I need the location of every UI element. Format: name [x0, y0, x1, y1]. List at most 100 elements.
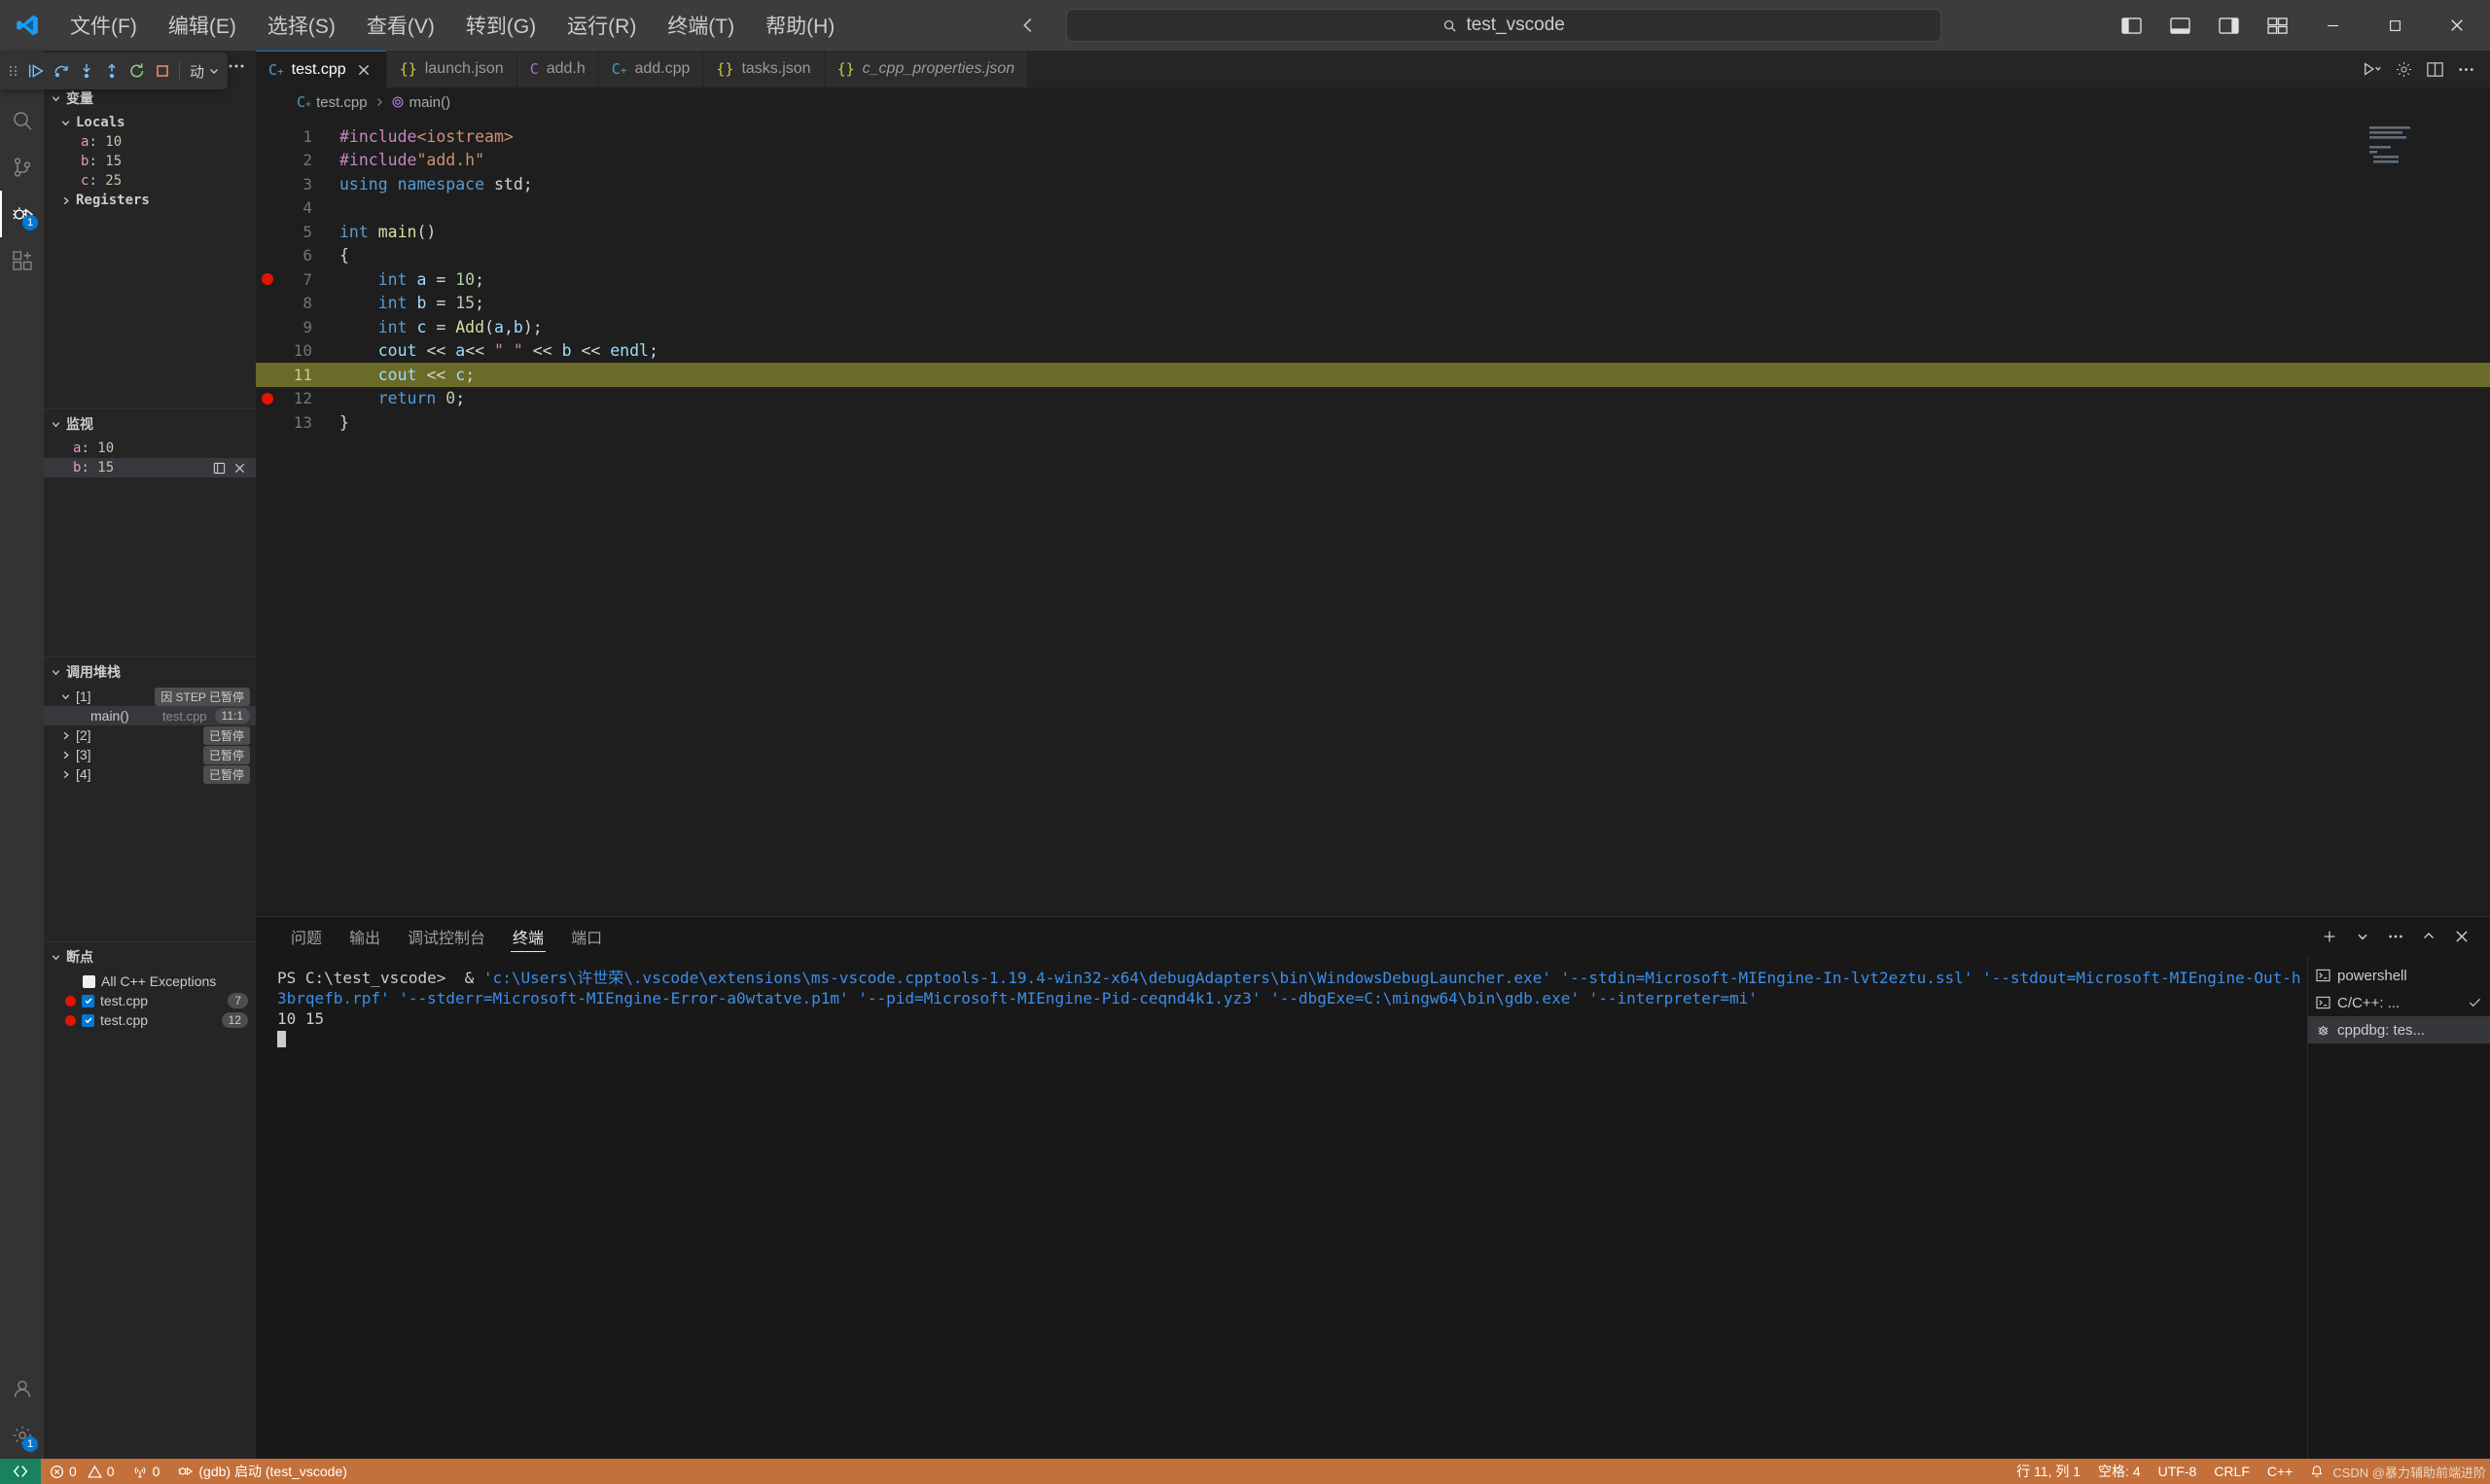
- activitybar-item-extensions[interactable]: [0, 237, 44, 284]
- terminal-tab-powershell[interactable]: powershell: [2308, 962, 2490, 989]
- activitybar-item-search[interactable]: [0, 97, 44, 144]
- toggle-primary-sidebar-icon[interactable]: [2109, 4, 2153, 47]
- debug-session-selector[interactable]: 动: [184, 61, 226, 82]
- gutter-breakpoint-enabled[interactable]: [256, 273, 279, 286]
- breadcrumb-symbol[interactable]: main(): [391, 93, 451, 111]
- cursor-position-status[interactable]: 行 11, 列 1: [2008, 1459, 2089, 1484]
- window-close-button[interactable]: [2428, 0, 2486, 51]
- watch-item[interactable]: b: 15: [44, 458, 256, 477]
- terminal-output[interactable]: PS C:\test_vscode> & 'c:\Users\许世荣\.vsco…: [256, 956, 2307, 1459]
- run-or-debug-icon[interactable]: [2358, 54, 2387, 84]
- window-maximize-button[interactable]: [2366, 0, 2424, 51]
- panel-tab-output[interactable]: 输出: [336, 917, 394, 956]
- callstack-thread[interactable]: [4] 已暂停: [44, 764, 256, 784]
- breadcrumb-symbol-label: main(): [409, 93, 451, 111]
- breakpoint-checkbox[interactable]: [83, 974, 95, 988]
- cpp-file-icon: C+: [611, 60, 627, 78]
- breakpoint-checkbox[interactable]: [82, 994, 94, 1007]
- debug-step-into-button[interactable]: [75, 54, 98, 88]
- callstack-pane-header[interactable]: 调用堆栈: [44, 657, 256, 687]
- menu-help[interactable]: 帮助(H): [750, 0, 850, 51]
- menu-file[interactable]: 文件(F): [54, 0, 153, 51]
- callstack-thread[interactable]: [3] 已暂停: [44, 745, 256, 764]
- editor-tab-add-h[interactable]: C add.h: [516, 51, 599, 88]
- breakpoint-item[interactable]: All C++ Exceptions: [44, 972, 256, 991]
- editor-tab-add-cpp[interactable]: C+ add.cpp: [598, 51, 704, 88]
- watch-list: a: 10 b: 15: [44, 439, 256, 477]
- go-back-icon[interactable]: [1017, 15, 1039, 36]
- menu-edit[interactable]: 编辑(E): [153, 0, 252, 51]
- remote-window-indicator[interactable]: [0, 1459, 41, 1484]
- language-mode-status[interactable]: C++: [2259, 1459, 2301, 1484]
- breakpoint-checkbox[interactable]: [82, 1013, 94, 1027]
- panel-tab-debug-console[interactable]: 调试控制台: [394, 917, 499, 956]
- split-editor-icon[interactable]: [2420, 54, 2449, 84]
- settings-gear-icon[interactable]: [2389, 54, 2418, 84]
- chevron-down-icon[interactable]: [2348, 922, 2377, 951]
- toggle-panel-icon[interactable]: [2157, 4, 2202, 47]
- editor-tab-c-cpp-properties-json[interactable]: {} c_cpp_properties.json: [824, 51, 1029, 88]
- notifications-bell-icon[interactable]: [2301, 1459, 2332, 1484]
- more-icon[interactable]: [227, 56, 246, 76]
- panel-tab-ports[interactable]: 端口: [557, 917, 616, 956]
- debug-stop-button[interactable]: [151, 54, 174, 88]
- variables-group-locals[interactable]: Locals: [44, 113, 256, 132]
- variable-row[interactable]: b: 15: [44, 152, 256, 171]
- callstack-frame[interactable]: main() test.cpp 11:1: [44, 706, 256, 725]
- close-panel-icon[interactable]: [2447, 922, 2476, 951]
- indentation-status[interactable]: 空格: 4: [2089, 1459, 2150, 1484]
- debug-config-status[interactable]: (gdb) 启动 (test_vscode): [168, 1459, 356, 1484]
- activitybar-item-accounts[interactable]: [0, 1365, 44, 1412]
- eol-status[interactable]: CRLF: [2205, 1459, 2259, 1484]
- activitybar-item-run-and-debug[interactable]: 1: [0, 191, 44, 237]
- watch-pane-header[interactable]: 监视: [44, 409, 256, 439]
- code-editor[interactable]: 1 #include<iostream> 2 #include"add.h" 3…: [256, 117, 2490, 916]
- terminal-tab-cppdbg[interactable]: cppdbg: tes...: [2308, 1016, 2490, 1043]
- variable-row[interactable]: a: 10: [44, 132, 256, 152]
- terminal-tab-cpp-task[interactable]: C/C++: ...: [2308, 989, 2490, 1016]
- debug-step-out-button[interactable]: [100, 54, 124, 88]
- activitybar-item-source-control[interactable]: [0, 144, 44, 191]
- problems-status[interactable]: 0 0: [41, 1459, 124, 1484]
- command-center[interactable]: test_vscode: [1066, 9, 1942, 42]
- breakpoint-item[interactable]: test.cpp 12: [44, 1010, 256, 1030]
- watch-item[interactable]: a: 10: [44, 439, 256, 458]
- encoding-status[interactable]: UTF-8: [2150, 1459, 2206, 1484]
- breadcrumb-file[interactable]: C+ test.cpp: [297, 93, 368, 111]
- gutter-breakpoint-enabled[interactable]: [256, 392, 279, 405]
- remove-icon[interactable]: [233, 462, 246, 475]
- callstack-thread[interactable]: [2] 已暂停: [44, 725, 256, 745]
- ports-status[interactable]: 0: [124, 1459, 169, 1484]
- close-icon[interactable]: [354, 60, 374, 80]
- more-actions-icon[interactable]: [2381, 922, 2410, 951]
- breakpoint-item[interactable]: test.cpp 7: [44, 991, 256, 1010]
- debug-continue-button[interactable]: [24, 54, 48, 88]
- maximize-panel-icon[interactable]: [2414, 922, 2443, 951]
- callstack-thread[interactable]: [1] 因 STEP 已暂停: [44, 687, 256, 706]
- menu-selection[interactable]: 选择(S): [252, 0, 351, 51]
- panel-tab-problems[interactable]: 问题: [277, 917, 336, 956]
- minimap[interactable]: [2369, 124, 2476, 167]
- breakpoints-pane-header[interactable]: 断点: [44, 942, 256, 972]
- panel-tab-terminal[interactable]: 终端: [499, 917, 557, 956]
- variable-row[interactable]: c: 25: [44, 171, 256, 191]
- menu-view[interactable]: 查看(V): [351, 0, 450, 51]
- variables-group-registers[interactable]: Registers: [44, 191, 256, 210]
- debug-restart-button[interactable]: [125, 54, 149, 88]
- new-terminal-icon[interactable]: [2315, 922, 2344, 951]
- edit-icon[interactable]: [213, 462, 226, 475]
- editor-tab-launch-json[interactable]: {} launch.json: [386, 51, 517, 88]
- more-actions-icon[interactable]: [2451, 54, 2480, 84]
- menu-run[interactable]: 运行(R): [551, 0, 652, 51]
- debug-step-over-button[interactable]: [50, 54, 73, 88]
- window-minimize-button[interactable]: [2303, 0, 2362, 51]
- activitybar-item-settings[interactable]: 1: [0, 1412, 44, 1459]
- customize-layout-icon[interactable]: [2255, 4, 2299, 47]
- toggle-secondary-sidebar-icon[interactable]: [2206, 4, 2251, 47]
- search-icon: [1442, 18, 1457, 33]
- editor-tab-tasks-json[interactable]: {} tasks.json: [703, 51, 825, 88]
- editor-tab-test-cpp[interactable]: C+ test.cpp: [256, 51, 387, 88]
- menu-terminal[interactable]: 终端(T): [652, 0, 750, 51]
- drag-handle[interactable]: [2, 63, 23, 79]
- menu-go[interactable]: 转到(G): [450, 0, 551, 51]
